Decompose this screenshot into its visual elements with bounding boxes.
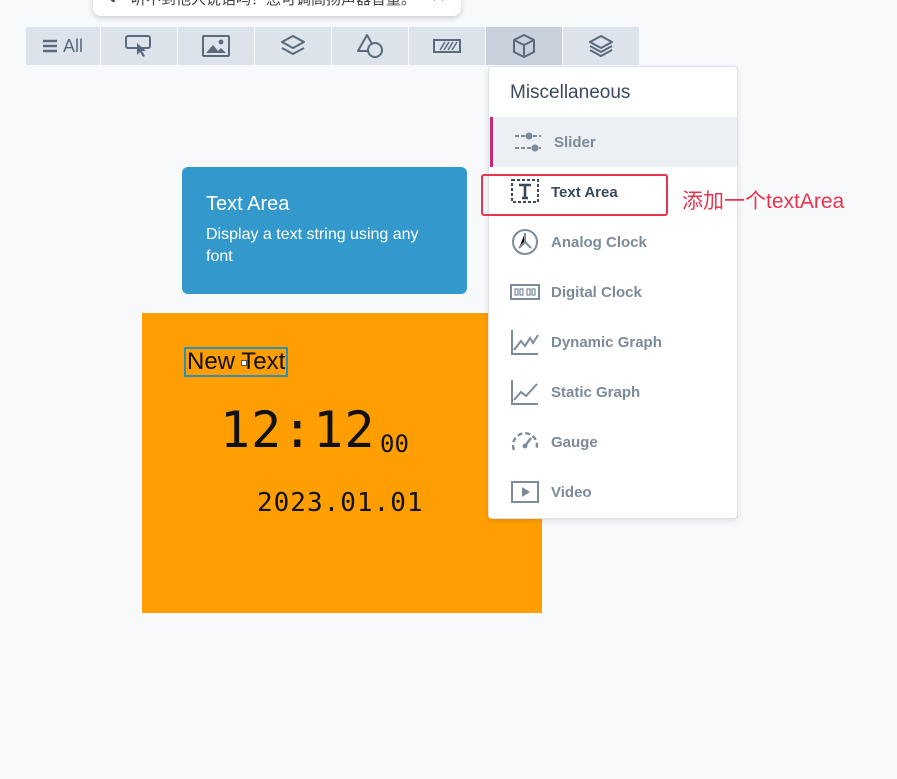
dynamic-graph-icon (511, 330, 539, 355)
resize-handle[interactable] (241, 360, 247, 366)
menu-item-gauge[interactable]: Gauge (490, 417, 737, 467)
text-area-value: New Text (187, 348, 286, 375)
annotation-text: 添加一个textArea (682, 190, 845, 213)
menu-item-label: Video (551, 483, 592, 501)
static-graph-icon (511, 380, 538, 405)
interaction-icon (125, 35, 151, 57)
menu-item-label: Slider (554, 133, 596, 151)
menu-item-label: Dynamic Graph (551, 333, 662, 351)
widget-tooltip: Text Area Display a text string using an… (182, 167, 467, 294)
annotation-highlight-box (481, 174, 668, 216)
shapes-icon (357, 34, 383, 58)
image-icon (202, 35, 230, 57)
menu-item-digital-clock[interactable]: Digital Clock (490, 267, 737, 317)
gauge-icon (511, 432, 539, 451)
widget-category-toolbar: All (26, 27, 640, 65)
miscellaneous-dropdown: Miscellaneous Slider Text Area Analog Cl… (488, 66, 738, 519)
progress-category-button[interactable] (409, 27, 485, 65)
menu-item-analog-clock[interactable]: Analog Clock (490, 217, 737, 267)
notification-bubble: 听不到他人说话吗？您可调高扬声器音量。 ✕ (93, 0, 461, 16)
containers-category-button[interactable] (255, 27, 331, 65)
video-icon (511, 481, 539, 503)
custom-category-button[interactable] (563, 27, 639, 65)
filter-all-label: All (62, 35, 83, 56)
menu-item-static-graph[interactable]: Static Graph (490, 367, 737, 417)
menu-item-label: Gauge (551, 433, 598, 451)
cube-icon (513, 34, 535, 58)
text-area-widget[interactable]: New Text (184, 347, 289, 377)
menu-item-label: Analog Clock (551, 233, 647, 251)
menu-item-video[interactable]: Video (490, 467, 737, 517)
digital-clock-time[interactable]: 12:12 (220, 401, 376, 459)
filter-all-button[interactable]: All (26, 27, 100, 65)
digital-clock-seconds: 00 (380, 430, 409, 458)
date-text[interactable]: 2023.01.01 (257, 488, 424, 518)
analog-clock-icon (512, 229, 538, 255)
menu-item-label: Static Graph (551, 383, 641, 401)
menu-item-dynamic-graph[interactable]: Dynamic Graph (490, 317, 737, 367)
close-icon[interactable]: ✕ (431, 0, 446, 7)
tooltip-description: Display a text string using any font (206, 226, 419, 265)
dropdown-title: Miscellaneous (510, 82, 631, 103)
digital-clock-icon (510, 284, 540, 300)
layers-icon (281, 35, 305, 55)
screen-canvas[interactable]: New Text 12:12 00 2023.01.01 (142, 313, 542, 613)
miscellaneous-category-button[interactable] (486, 27, 562, 65)
stack-icon (589, 35, 613, 57)
progress-icon (433, 39, 461, 53)
menu-icon (42, 39, 57, 53)
slider-icon (515, 132, 541, 152)
speaker-icon (103, 0, 123, 7)
notification-text: 听不到他人说话吗？您可调高扬声器音量。 (131, 0, 421, 9)
interaction-category-button[interactable] (101, 27, 177, 65)
menu-item-slider[interactable]: Slider (490, 117, 737, 167)
image-category-button[interactable] (178, 27, 254, 65)
tooltip-title: Text Area (206, 193, 290, 215)
menu-item-label: Digital Clock (551, 283, 642, 301)
shapes-category-button[interactable] (332, 27, 408, 65)
